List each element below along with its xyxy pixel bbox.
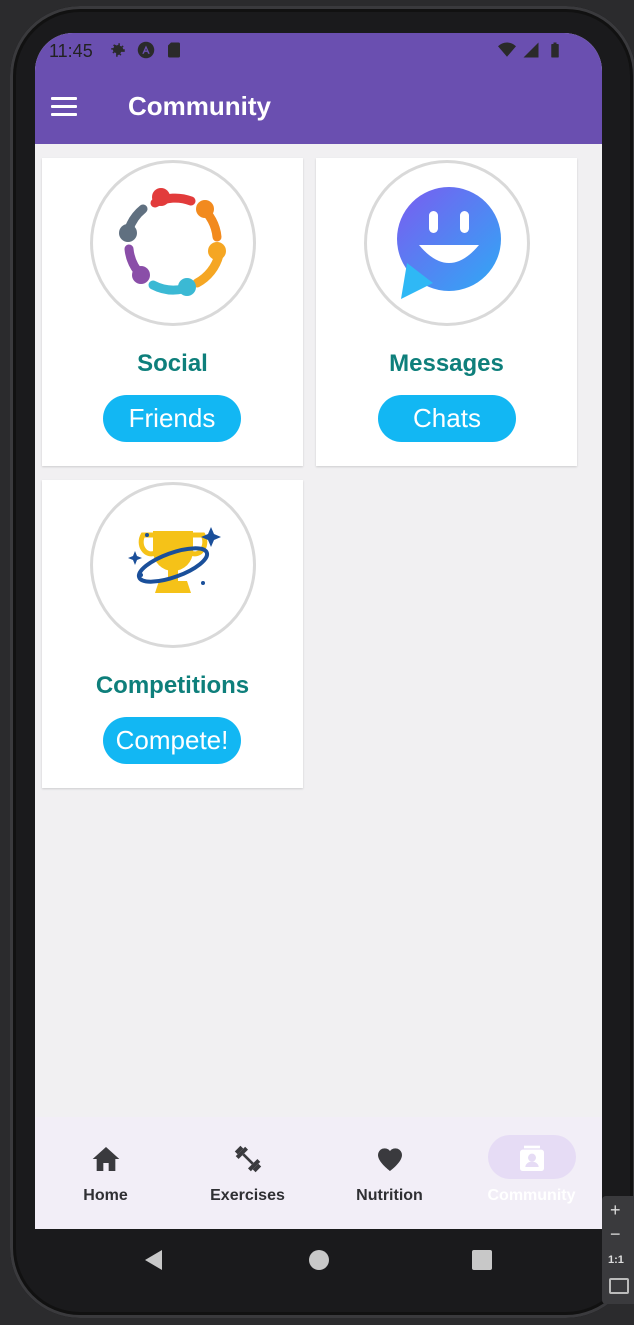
community-grid: Social Friends Messages Chats Competitio… [35,144,602,1117]
sd-card-icon [168,42,180,58]
trophy-icon [128,527,221,593]
wifi-icon [498,42,516,57]
competitions-image [90,482,256,648]
nav-nutrition-label: Nutrition [356,1187,423,1204]
hamburger-menu-icon[interactable] [51,97,77,117]
battery-icon [551,42,559,58]
bottom-navigation: Home Exercises Nutrition Community [35,1117,602,1229]
people-circle-icon [119,188,226,296]
nav-home-label: Home [83,1187,128,1204]
nav-nutrition[interactable]: Nutrition [319,1117,460,1229]
status-right-icons [498,41,564,59]
app-a-icon [137,41,155,59]
zoom-in-icon[interactable]: + [610,1200,621,1221]
messages-image [364,160,530,326]
chats-button[interactable]: Chats [378,395,516,442]
page-title: Community [128,91,271,121]
app-bar: Community [35,73,602,144]
recents-square-icon[interactable] [471,1249,493,1271]
home-icon [92,1147,119,1171]
home-circle-icon[interactable] [308,1249,330,1271]
gear-icon [111,43,125,57]
messages-title: Messages [389,350,504,377]
contact-card-icon [519,1145,544,1171]
zoom-reset-label[interactable]: 1:1 [608,1254,624,1266]
status-left-icons [109,41,183,59]
nav-exercises[interactable]: Exercises [177,1117,318,1229]
friends-button[interactable]: Friends [103,395,241,442]
status-bar: 11:45 [35,33,602,73]
zoom-out-icon[interactable]: − [610,1224,621,1245]
nav-exercises-label: Exercises [210,1187,285,1204]
emulator-zoom-toolbar: + − 1:1 [602,1196,634,1304]
app-screen: 11:45 Community Social Friends Messages … [35,33,602,1229]
social-image [90,160,256,326]
system-navigation-bar [35,1229,602,1291]
nav-community-label: Community [487,1187,576,1204]
competitions-card: Competitions Compete! [42,480,303,788]
back-icon[interactable] [142,1248,166,1272]
messages-card: Messages Chats [316,158,577,466]
signal-icon [523,42,539,58]
compete-button[interactable]: Compete! [103,717,241,764]
competitions-title: Competitions [95,672,250,699]
nav-home[interactable]: Home [35,1117,176,1229]
social-title: Social [137,350,208,377]
social-card: Social Friends [42,158,303,466]
dumbbell-icon [234,1145,261,1173]
status-time: 11:45 [49,41,93,61]
smiling-chat-bubble-icon [397,187,501,299]
fit-screen-icon[interactable] [609,1278,629,1294]
heart-icon [377,1148,402,1171]
nav-community[interactable]: Community [461,1117,602,1229]
